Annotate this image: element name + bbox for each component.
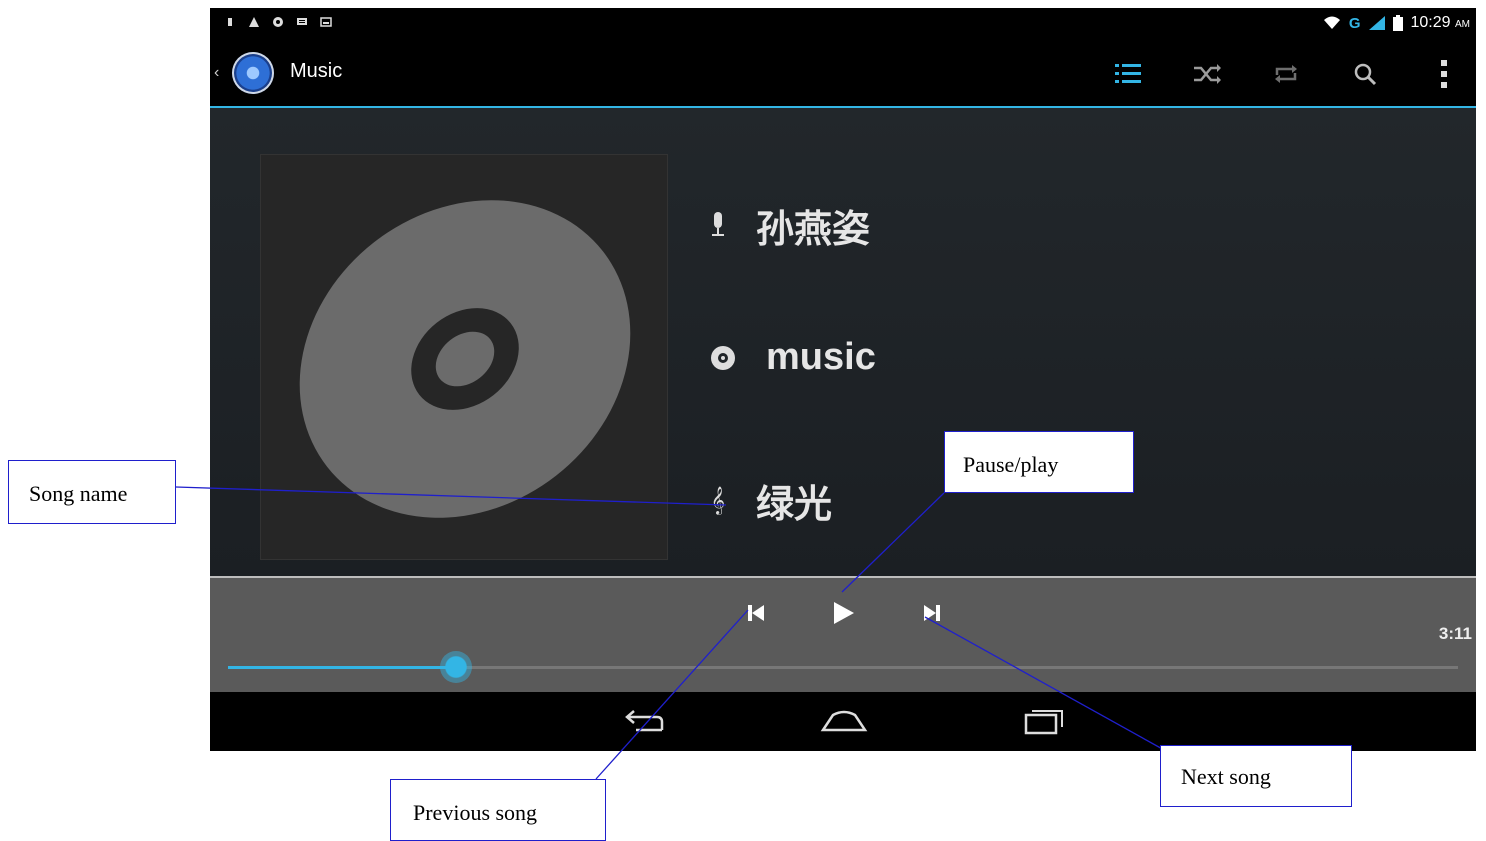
song-name-leader [175, 486, 727, 506]
callout-previous-song: Previous song [390, 779, 606, 841]
next-song-leader [924, 616, 1167, 752]
callout-leader-lines [175, 486, 1167, 780]
callout-next-song-text: Next song [1181, 764, 1271, 789]
previous-song-leader [595, 609, 749, 780]
callout-previous-song-text: Previous song [413, 800, 538, 825]
callout-next-song: Next song [1160, 745, 1352, 807]
callout-pause-play-text: Pause/play [963, 452, 1059, 477]
pause-play-leader [841, 492, 945, 593]
callout-pause-play: Pause/play [944, 431, 1134, 493]
callout-song-name-text: Song name [29, 481, 128, 506]
callout-song-name: Song name [8, 460, 176, 524]
